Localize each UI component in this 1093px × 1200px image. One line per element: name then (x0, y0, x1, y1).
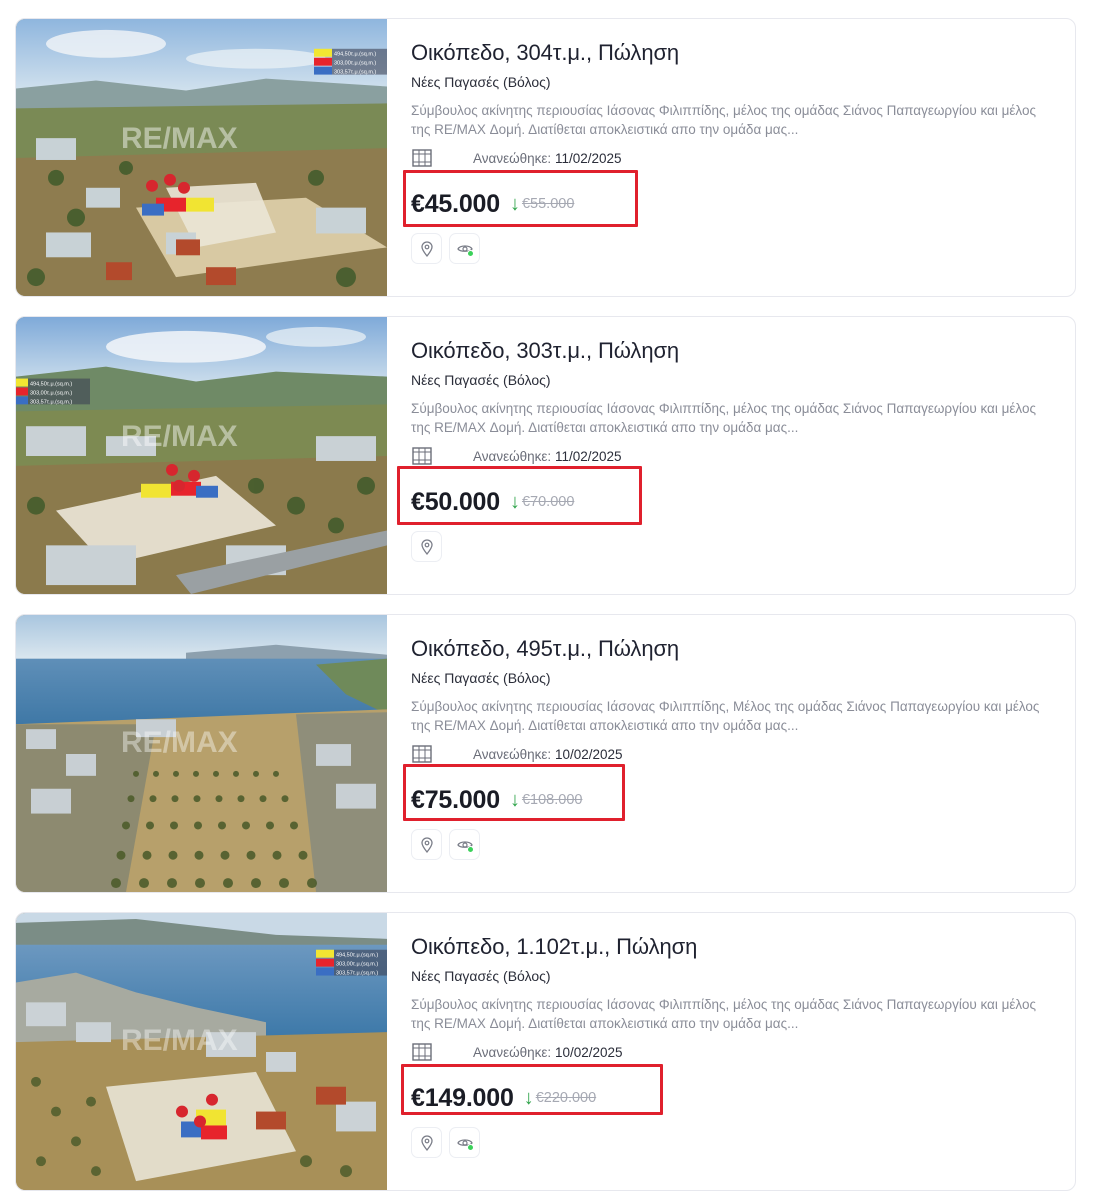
updated-date: 10/02/2025 (554, 746, 623, 762)
floor-plan-icon (412, 447, 432, 465)
svg-text:494,50τ.μ.(sq.m.): 494,50τ.μ.(sq.m.) (336, 953, 378, 959)
online-dot (467, 1144, 474, 1151)
aerial-photo-image: RE/MAX 494,50τ.μ.(sq.m.) 303,00τ.μ.(sq.m… (16, 317, 387, 594)
svg-text:494,50τ.μ.(sq.m.): 494,50τ.μ.(sq.m.) (334, 52, 376, 58)
listing-info: Οικόπεδο, 303τ.μ., Πώληση Νέες Παγασές (… (387, 317, 1075, 594)
virtual-tour-button[interactable] (449, 233, 480, 264)
listing-price: €50.000 (411, 487, 500, 516)
listing-card[interactable]: RE/MAX 494,50τ.μ.(sq.m.) 303,00τ.μ.(sq.m… (15, 912, 1076, 1191)
map-button[interactable] (411, 531, 442, 562)
floor-plan-icon (412, 745, 432, 763)
updated-label: Ανανεώθηκε: (473, 448, 552, 464)
listing-price: €75.000 (411, 785, 500, 814)
svg-text:494,50τ.μ.(sq.m.): 494,50τ.μ.(sq.m.) (30, 382, 72, 388)
listing-card[interactable]: RE/MAX 494,50τ.μ.(sq.m.) 303,00τ.μ.(sq.m… (15, 316, 1076, 595)
listing-photo[interactable]: RE/MAX 494,50τ.μ.(sq.m.) 303,00τ.μ.(sq.m… (16, 913, 387, 1190)
listing-title[interactable]: Οικόπεδο, 304τ.μ., Πώληση (411, 39, 1051, 67)
listing-title[interactable]: Οικόπεδο, 303τ.μ., Πώληση (411, 337, 1051, 365)
listing-price: €149.000 (411, 1083, 514, 1112)
updated-info: Ανανεώθηκε: 10/02/2025 (473, 1045, 623, 1060)
updated-date: 11/02/2025 (554, 448, 622, 464)
updated-label: Ανανεώθηκε: (473, 150, 552, 166)
svg-text:303,57τ.μ.(sq.m.): 303,57τ.μ.(sq.m.) (334, 70, 376, 76)
price-drop-arrow-icon: ↓ (523, 1086, 534, 1109)
updated-info: Ανανεώθηκε: 11/02/2025 (473, 449, 622, 464)
aerial-photo-image: RE/MAX 494,50τ.μ.(sq.m.) 303,00τ.μ.(sq.m… (16, 913, 387, 1190)
listing-meta: Ανανεώθηκε: 10/02/2025 (411, 742, 1051, 766)
listing-location: Νέες Παγασές (Βόλος) (411, 968, 551, 984)
listing-description: Σύμβουλος ακίνητης περιουσίας Ιάσονας Φι… (411, 401, 1036, 435)
updated-info: Ανανεώθηκε: 10/02/2025 (473, 747, 623, 762)
virtual-tour-button[interactable] (449, 829, 480, 860)
listing-location: Νέες Παγασές (Βόλος) (411, 372, 551, 388)
listing-location: Νέες Παγασές (Βόλος) (411, 670, 551, 686)
listing-meta: Ανανεώθηκε: 10/02/2025 (411, 1040, 1051, 1064)
listing-actions (411, 233, 1051, 264)
previous-price: €220.000 (535, 1090, 597, 1106)
listing-description: Σύμβουλος ακίνητης περιουσίας Ιάσονας Φι… (411, 103, 1036, 137)
map-button[interactable] (411, 233, 442, 264)
listing-meta: Ανανεώθηκε: 11/02/2025 (411, 146, 1051, 170)
map-button[interactable] (411, 829, 442, 860)
map-pin-icon (420, 240, 433, 257)
updated-label: Ανανεώθηκε: (473, 1044, 552, 1060)
updated-date: 10/02/2025 (554, 1044, 623, 1060)
map-button[interactable] (411, 1127, 442, 1158)
listing-photo[interactable]: RE/MAX 494,50τ.μ.(sq.m.) 303,00τ.μ.(sq.m… (16, 317, 387, 594)
listing-meta: Ανανεώθηκε: 11/02/2025 (411, 444, 1051, 468)
price-drop-arrow-icon: ↓ (509, 788, 520, 811)
listing-info: Οικόπεδο, 304τ.μ., Πώληση Νέες Παγασές (… (387, 19, 1075, 296)
price-drop-arrow-icon: ↓ (509, 192, 520, 215)
listing-actions (411, 531, 1051, 562)
previous-price: €55.000 (521, 196, 575, 212)
svg-text:RE/MAX: RE/MAX (121, 726, 238, 759)
listing-photo[interactable]: RE/MAX (16, 615, 387, 892)
map-pin-icon (420, 1134, 433, 1151)
listing-description: Σύμβουλος ακίνητης περιουσίας Ιάσονας Φι… (411, 997, 1036, 1031)
listing-list: RE/MAX 494,50τ.μ.(sq.m.) 303,00τ.μ.(sq.m… (15, 18, 1076, 1200)
listing-price: €45.000 (411, 189, 500, 218)
aerial-photo-image: RE/MAX 494,50τ.μ.(sq.m.) 303,00τ.μ.(sq.m… (16, 19, 387, 296)
price-row: €75.000 ↓ €108.000 (403, 764, 1051, 821)
previous-price: €70.000 (521, 494, 575, 510)
svg-text:303,00τ.μ.(sq.m.): 303,00τ.μ.(sq.m.) (334, 61, 376, 67)
listing-location: Νέες Παγασές (Βόλος) (411, 74, 551, 90)
price-row: €45.000 ↓ €55.000 (403, 170, 1051, 227)
online-dot (467, 250, 474, 257)
listing-actions (411, 1127, 1051, 1158)
svg-text:303,00τ.μ.(sq.m.): 303,00τ.μ.(sq.m.) (30, 390, 72, 396)
updated-info: Ανανεώθηκε: 11/02/2025 (473, 151, 622, 166)
map-pin-icon (420, 538, 433, 555)
updated-date: 11/02/2025 (554, 150, 622, 166)
updated-label: Ανανεώθηκε: (473, 746, 552, 762)
svg-text:303,57τ.μ.(sq.m.): 303,57τ.μ.(sq.m.) (336, 971, 378, 977)
listing-description: Σύμβουλος ακίνητης περιουσίας Ιάσονας Φι… (411, 699, 1040, 733)
listing-title[interactable]: Οικόπεδο, 495τ.μ., Πώληση (411, 635, 1051, 663)
svg-text:303,00τ.μ.(sq.m.): 303,00τ.μ.(sq.m.) (336, 962, 378, 968)
aerial-photo-image: RE/MAX (16, 615, 387, 892)
svg-text:RE/MAX: RE/MAX (121, 122, 238, 155)
listing-photo[interactable]: RE/MAX 494,50τ.μ.(sq.m.) 303,00τ.μ.(sq.m… (16, 19, 387, 296)
listing-title[interactable]: Οικόπεδο, 1.102τ.μ., Πώληση (411, 933, 1051, 961)
svg-text:RE/MAX: RE/MAX (121, 420, 238, 453)
listing-card[interactable]: RE/MAX 494,50τ.μ.(sq.m.) 303,00τ.μ.(sq.m… (15, 18, 1076, 297)
listing-info: Οικόπεδο, 1.102τ.μ., Πώληση Νέες Παγασές… (387, 913, 1075, 1190)
price-row: €50.000 ↓ €70.000 (397, 466, 1051, 525)
svg-text:RE/MAX: RE/MAX (121, 1024, 238, 1057)
online-dot (467, 846, 474, 853)
virtual-tour-button[interactable] (449, 1127, 480, 1158)
price-drop-arrow-icon: ↓ (509, 490, 520, 513)
floor-plan-icon (412, 1043, 432, 1061)
listing-card[interactable]: RE/MAX Οικόπεδο, 495τ.μ., Πώληση Νέες Πα… (15, 614, 1076, 893)
price-row: €149.000 ↓ €220.000 (401, 1064, 1051, 1118)
floor-plan-icon (412, 149, 432, 167)
map-pin-icon (420, 836, 433, 853)
listing-actions (411, 829, 1051, 860)
svg-text:303,57τ.μ.(sq.m.): 303,57τ.μ.(sq.m.) (30, 399, 72, 405)
listing-info: Οικόπεδο, 495τ.μ., Πώληση Νέες Παγασές (… (387, 615, 1075, 892)
previous-price: €108.000 (521, 792, 583, 808)
